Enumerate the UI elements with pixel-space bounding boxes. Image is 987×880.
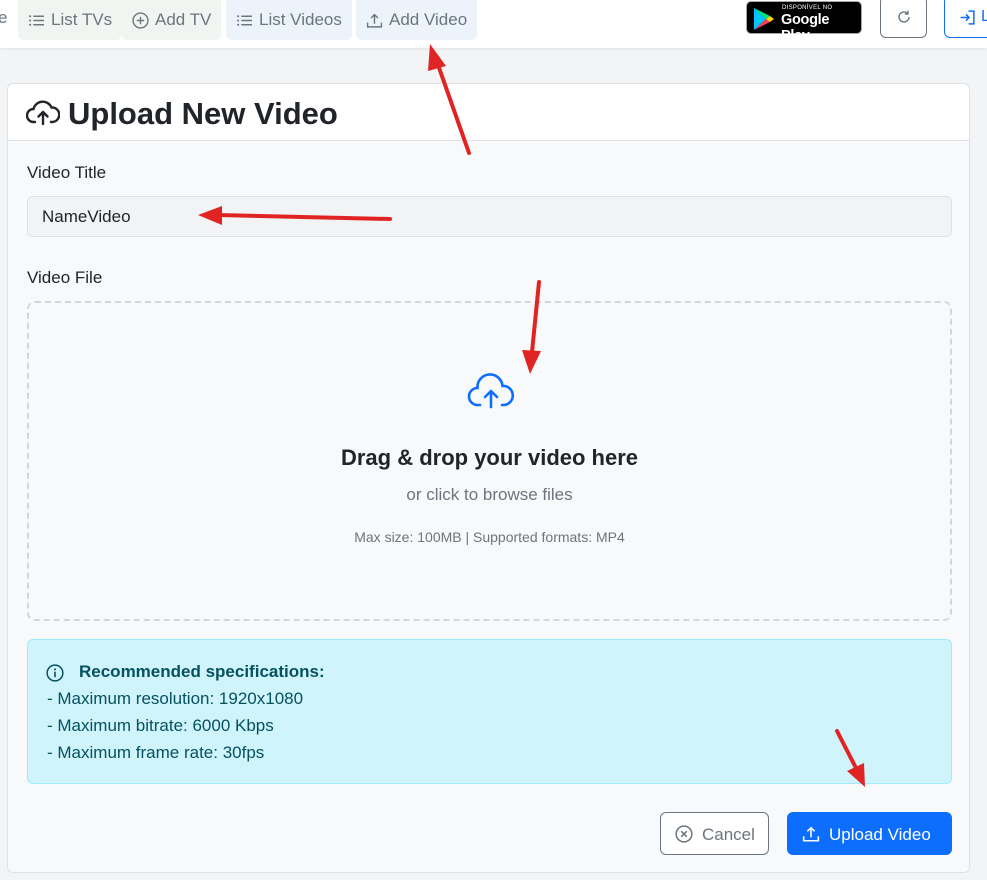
spec-line: - Maximum frame rate: 30fps (47, 743, 265, 762)
nav-list-tvs-label: List TVs (51, 10, 113, 29)
specs-title: Recommended specifications: (79, 662, 325, 681)
nav-add-tv[interactable]: Add TV (122, 0, 222, 40)
plus-circle-icon (132, 11, 149, 29)
recommended-specs-alert: Recommended specifications: - Maximum re… (27, 639, 952, 784)
cancel-button-label: Cancel (702, 825, 755, 844)
spec-line: - Maximum bitrate: 6000 Kbps (47, 716, 274, 735)
video-file-dropzone[interactable]: Drag & drop your video here or click to … (27, 301, 952, 621)
google-play-logo-icon (754, 8, 774, 30)
video-title-label: Video Title (27, 163, 107, 182)
nav-list-tvs[interactable]: List TVs (18, 0, 123, 40)
video-file-label: Video File (27, 268, 103, 287)
dropzone-title: Drag & drop your video here (340, 445, 639, 470)
dropzone-subtitle: or click to browse files (406, 485, 573, 504)
refresh-button[interactable] (880, 0, 927, 38)
login-button[interactable]: L (944, 0, 987, 38)
google-play-small-text: DISPONÍVEL NO (782, 5, 833, 11)
login-button-label: L (981, 8, 987, 25)
nav-list-videos-label: List Videos (259, 10, 342, 29)
spec-line: - Maximum resolution: 1920x1080 (47, 689, 304, 708)
dropzone-note: Max size: 100MB | Supported formats: MP4 (354, 529, 625, 545)
card-header: Upload New Video (8, 84, 969, 141)
cloud-upload-icon (467, 373, 515, 409)
top-navbar: e List TVs Add TV List Videos Add Video … (0, 0, 987, 48)
video-title-input[interactable] (27, 196, 952, 237)
page-title: Upload New Video (68, 96, 338, 131)
cancel-button[interactable]: Cancel (660, 812, 769, 855)
nav-cut-text: e (0, 8, 8, 27)
list-icon (29, 14, 44, 26)
nav-add-video[interactable]: Add Video (356, 0, 478, 40)
nav-add-video-label: Add Video (389, 10, 468, 29)
info-circle-icon (46, 664, 64, 682)
refresh-icon (897, 10, 910, 23)
upload-icon (802, 826, 820, 842)
upload-video-button-label: Upload Video (829, 825, 931, 844)
upload-video-card: Upload New Video Video Title Video File … (7, 83, 970, 873)
cloud-upload-icon (26, 100, 60, 126)
close-circle-icon (675, 825, 693, 843)
google-play-badge[interactable]: DISPONÍVEL NO Google Play (746, 1, 862, 44)
upload-video-button[interactable]: Upload Video (787, 812, 952, 855)
nav-list-videos[interactable]: List Videos (226, 0, 352, 40)
list-icon (237, 14, 252, 26)
nav-add-tv-label: Add TV (155, 10, 212, 29)
upload-icon (366, 13, 383, 28)
google-play-big-text: Google Play (781, 12, 830, 44)
login-icon (960, 10, 975, 25)
